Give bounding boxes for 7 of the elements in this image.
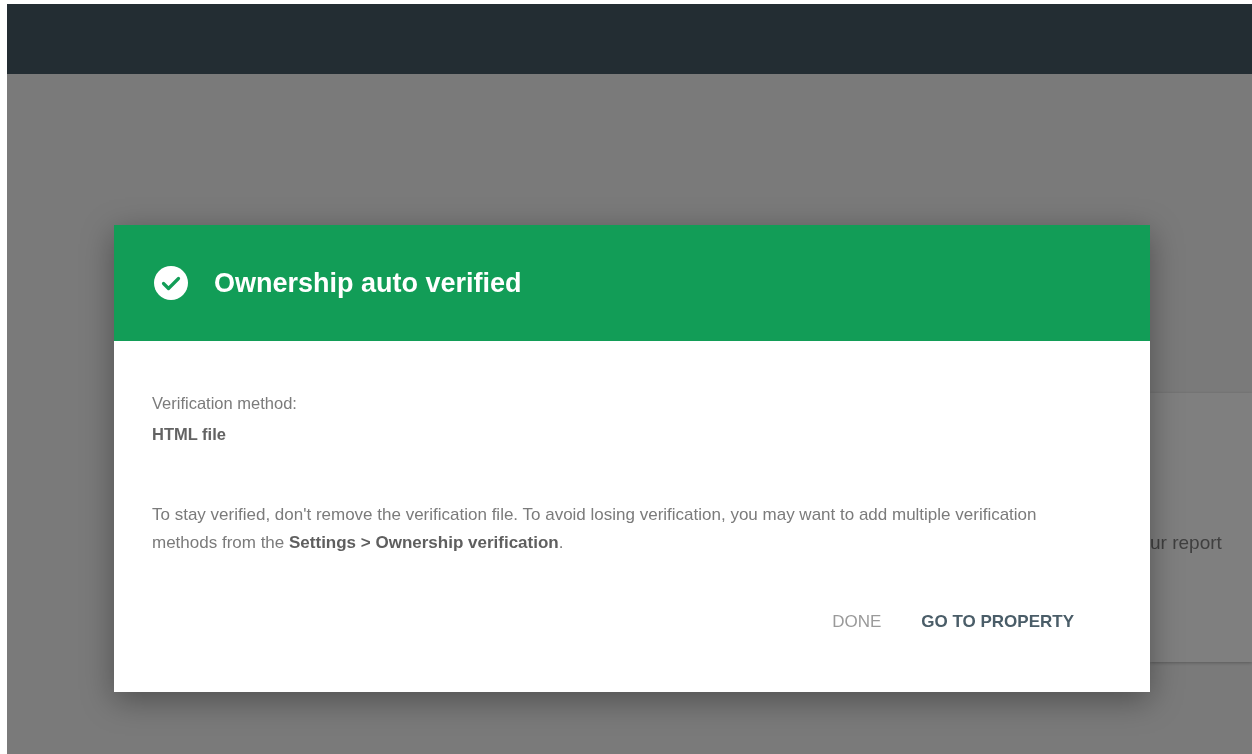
card-text: ur report	[1150, 532, 1222, 553]
go-to-property-button[interactable]: GO TO PROPERTY	[911, 602, 1084, 640]
dialog-title: Ownership auto verified	[214, 266, 522, 300]
method-value: HTML file	[152, 423, 227, 445]
check-circle-icon	[154, 266, 188, 300]
message-text: To stay verified, don't remove the verification file. To avoid losing verification, you may want to add multiple verification methods from the Settings > Ownership verification.	[152, 503, 1038, 554]
method-label: Verification method:	[152, 393, 298, 414]
